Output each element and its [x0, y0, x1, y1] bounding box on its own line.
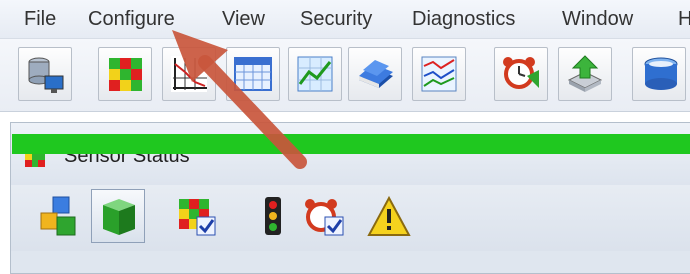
annotation-arrow	[172, 30, 307, 169]
